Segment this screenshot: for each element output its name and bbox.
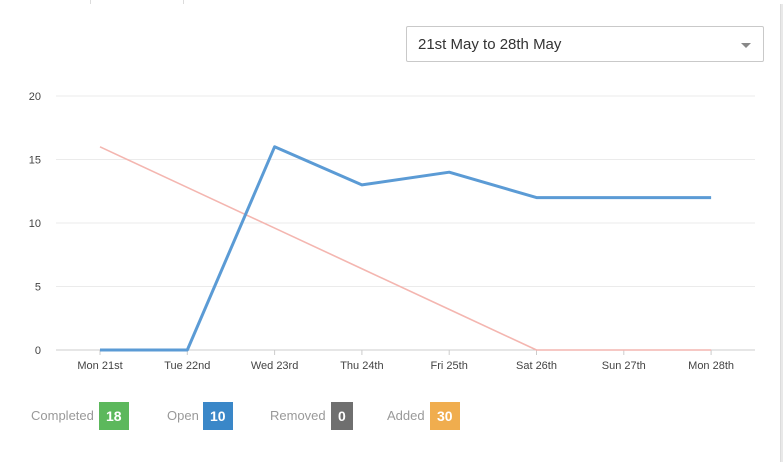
count-badge: 0: [331, 402, 353, 430]
count-badge: 30: [430, 402, 460, 430]
x-tick-label: Fri 25th: [431, 360, 468, 372]
y-tick-label: 15: [29, 155, 41, 167]
series-line-0: [100, 145, 712, 352]
line-chart: 0 5 10 15 20 Mon 21st Tue 22nd Wed 23rd Thu 24th…: [29, 91, 755, 372]
y-tick-label: 5: [35, 282, 41, 294]
x-tick-label: Wed 23rd: [251, 360, 299, 372]
legend-label: Added: [387, 408, 425, 423]
y-tick-label: 10: [29, 218, 41, 230]
x-tick-label: Sat 26th: [516, 360, 557, 372]
legend-label: Completed: [31, 408, 94, 423]
legend-label: Open: [167, 408, 199, 423]
x-tick-label: Mon 28th: [688, 360, 734, 372]
x-tick-label: Tue 22nd: [164, 360, 210, 372]
x-tick-label: Thu 24th: [340, 360, 383, 372]
count-badge: 18: [99, 402, 129, 430]
x-tick-label: Sun 27th: [602, 360, 646, 372]
legend-label: Removed: [270, 408, 326, 423]
x-tick-label: Mon 21st: [77, 360, 122, 372]
y-tick-label: 0: [35, 345, 41, 357]
count-badge: 10: [203, 402, 233, 430]
y-tick-label: 20: [29, 91, 41, 103]
